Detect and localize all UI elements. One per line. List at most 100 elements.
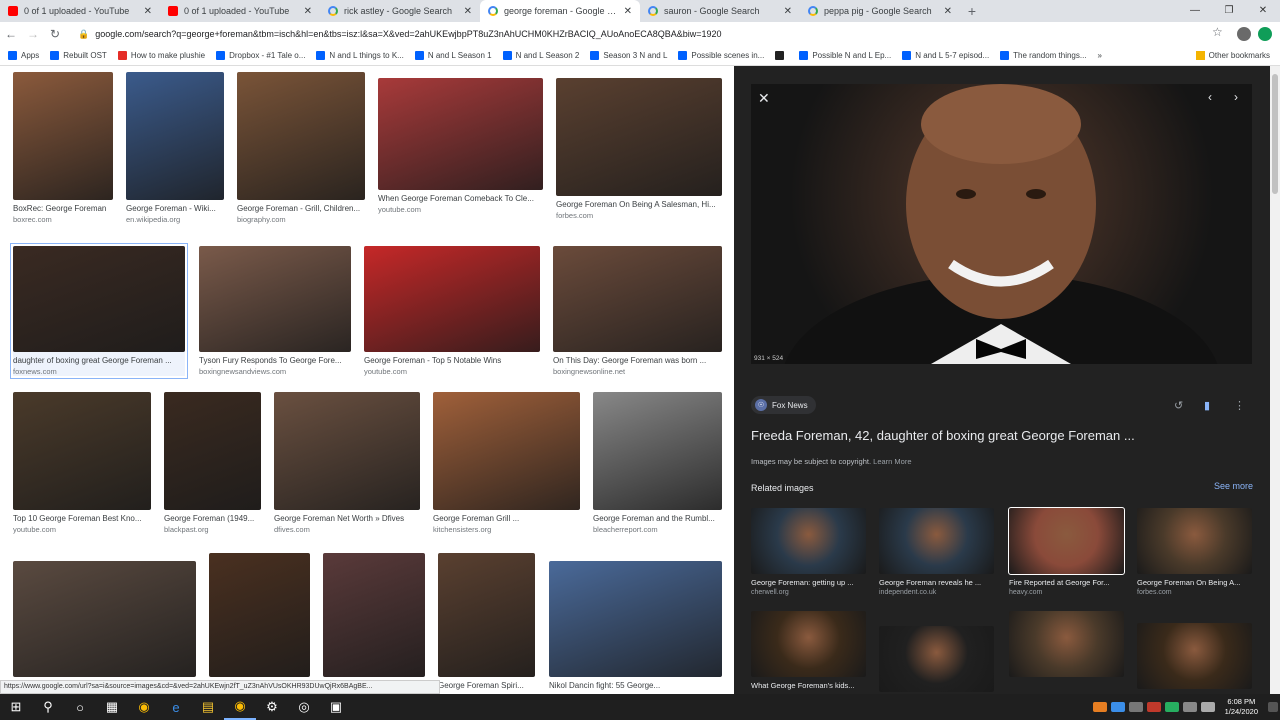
related-thumbnail[interactable]: [1137, 623, 1252, 689]
result-caption[interactable]: George Foreman - Top 5 Notable Wins: [364, 356, 540, 365]
result-thumbnail[interactable]: [378, 78, 543, 190]
image-result[interactable]: George Foreman and the Rumbl... bleacherr…: [593, 392, 722, 534]
result-caption[interactable]: George Foreman - Wiki...: [126, 204, 224, 213]
result-caption[interactable]: Tyson Fury Responds To George Fore...: [199, 356, 351, 365]
image-result[interactable]: [209, 553, 310, 677]
notifications-icon[interactable]: [1268, 702, 1278, 712]
obs-icon[interactable]: ◎: [288, 694, 320, 720]
close-tab-icon[interactable]: ✕: [304, 6, 312, 17]
related-image[interactable]: [879, 626, 994, 692]
bookmark-item[interactable]: Apps: [8, 51, 39, 60]
result-thumbnail[interactable]: [126, 72, 224, 200]
related-thumbnail[interactable]: [1008, 507, 1125, 575]
bookmark-item[interactable]: The random things...: [1000, 51, 1087, 60]
result-thumbnail[interactable]: [274, 392, 420, 510]
result-caption[interactable]: George Foreman Net Worth » Dfives: [274, 514, 420, 523]
result-caption[interactable]: George Foreman (1949...: [164, 514, 261, 523]
related-image[interactable]: George Foreman reveals he ... independent…: [879, 508, 994, 596]
result-caption[interactable]: George Foreman and the Rumbl...: [593, 514, 722, 523]
forward-icon[interactable]: →: [22, 27, 44, 41]
related-thumbnail[interactable]: [879, 626, 994, 692]
related-thumbnail[interactable]: [751, 611, 866, 677]
related-caption[interactable]: George Foreman On Being A...: [1137, 578, 1252, 587]
image-result[interactable]: George Foreman Spiri...: [438, 553, 535, 690]
browser-tab[interactable]: george foreman - Google Search ✕: [480, 0, 640, 22]
share-icon[interactable]: ↺: [1174, 399, 1183, 412]
start-icon[interactable]: ⊞: [0, 694, 32, 720]
result-thumbnail[interactable]: [164, 392, 261, 510]
result-caption[interactable]: daughter of boxing great George Foreman …: [13, 356, 185, 365]
close-tab-icon[interactable]: ✕: [784, 6, 792, 17]
result-thumbnail[interactable]: [556, 78, 722, 196]
other-bookmarks[interactable]: Other bookmarks: [1195, 51, 1270, 60]
related-image[interactable]: [1137, 623, 1252, 689]
reload-icon[interactable]: ↻: [44, 27, 66, 41]
result-thumbnail[interactable]: [549, 561, 722, 677]
minimize-icon[interactable]: —: [1178, 0, 1212, 22]
bookmark-item[interactable]: N and L Season 2: [502, 51, 579, 60]
image-result[interactable]: George Foreman Net Worth » Dfives dfives.…: [274, 392, 420, 534]
network-icon[interactable]: [1182, 702, 1197, 712]
result-thumbnail[interactable]: [438, 553, 535, 677]
close-tab-icon[interactable]: ✕: [624, 6, 632, 17]
chrome-running-icon[interactable]: ◉: [224, 694, 256, 720]
learn-more-link[interactable]: Learn More: [873, 457, 911, 466]
related-caption[interactable]: What George Foreman's kids...: [751, 681, 866, 690]
edge-icon[interactable]: e: [160, 694, 192, 720]
tray-app-icon[interactable]: [1146, 702, 1161, 712]
result-thumbnail[interactable]: [433, 392, 580, 510]
related-caption[interactable]: Fire Reported at George For...: [1009, 578, 1124, 587]
tray-app-icon[interactable]: [1164, 702, 1179, 712]
tray-app-icon[interactable]: [1110, 702, 1125, 712]
browser-tab[interactable]: peppa pig - Google Search ✕: [800, 0, 960, 22]
related-image[interactable]: Fire Reported at George For... heavy.com: [1008, 507, 1125, 596]
image-result[interactable]: On This Day: George Foreman was born ...…: [553, 246, 722, 376]
chrome-icon[interactable]: ◉: [128, 694, 160, 720]
steam-icon[interactable]: ⚙: [256, 694, 288, 720]
source-chip[interactable]: ☉ Fox News: [751, 396, 816, 414]
see-more-link[interactable]: See more: [1214, 481, 1253, 491]
cortana-icon[interactable]: ○: [64, 694, 96, 720]
preview-image[interactable]: [751, 84, 1252, 364]
image-result[interactable]: George Foreman - Top 5 Notable Wins youtu…: [364, 246, 540, 376]
related-thumbnail[interactable]: [1137, 508, 1252, 574]
bookmark-item[interactable]: Dropbox - #1 Tale o...: [216, 51, 305, 60]
related-thumbnail[interactable]: [879, 508, 994, 574]
result-caption[interactable]: Nikol Dancin fight: 55 George...: [549, 681, 722, 690]
image-result[interactable]: George Foreman On Being A Salesman, Hi..…: [556, 78, 722, 220]
close-tab-icon[interactable]: ✕: [144, 6, 152, 17]
image-result[interactable]: Nikol Dancin fight: 55 George...: [549, 561, 722, 690]
result-thumbnail[interactable]: [13, 246, 185, 352]
image-result[interactable]: [323, 553, 425, 677]
tray-app-icon[interactable]: [1128, 702, 1143, 712]
bookmark-item[interactable]: N and L things to K...: [316, 51, 404, 60]
tray-app-icon[interactable]: [1092, 702, 1107, 712]
result-thumbnail[interactable]: [13, 392, 151, 510]
browser-tab[interactable]: rick astley - Google Search ✕: [320, 0, 480, 22]
file-explorer-icon[interactable]: ▤: [192, 694, 224, 720]
image-result[interactable]: Top 10 George Foreman Best Kno... youtube…: [13, 392, 151, 534]
prev-image-icon[interactable]: ‹: [1208, 90, 1212, 104]
close-tab-icon[interactable]: ✕: [944, 6, 952, 17]
browser-tab[interactable]: 0 of 1 uploaded - YouTube ✕: [160, 0, 320, 22]
result-caption[interactable]: George Foreman Spiri...: [438, 681, 535, 690]
related-image[interactable]: What George Foreman's kids...: [751, 611, 866, 690]
more-options-icon[interactable]: ⋮: [1234, 399, 1245, 412]
next-image-icon[interactable]: ›: [1234, 90, 1238, 104]
bookmark-item[interactable]: [775, 51, 788, 60]
clock[interactable]: 6:08 PM 1/24/2020: [1225, 697, 1258, 717]
media-icon[interactable]: ▣: [320, 694, 352, 720]
result-thumbnail[interactable]: [209, 553, 310, 677]
bookmark-item[interactable]: How to make plushie: [117, 51, 205, 60]
result-thumbnail[interactable]: [237, 72, 365, 200]
related-caption[interactable]: George Foreman: getting up ...: [751, 578, 866, 587]
result-thumbnail[interactable]: [199, 246, 351, 352]
extension-icon[interactable]: [1258, 27, 1272, 41]
profile-avatar[interactable]: [1237, 27, 1251, 41]
task-view-icon[interactable]: ▦: [96, 694, 128, 720]
maximize-icon[interactable]: ❐: [1212, 0, 1246, 22]
bookmark-item[interactable]: Possible scenes in...: [678, 51, 764, 60]
result-thumbnail[interactable]: [593, 392, 722, 510]
bookmark-star-icon[interactable]: ☆: [1212, 25, 1223, 39]
bookmarks-overflow-icon[interactable]: »: [1098, 51, 1102, 60]
